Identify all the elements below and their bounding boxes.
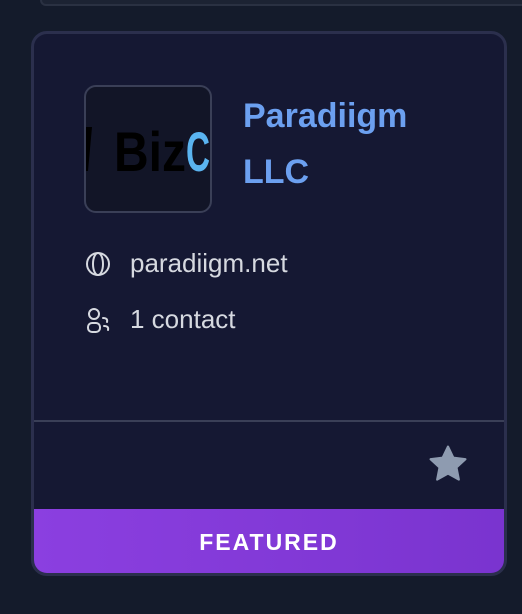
logo-text-dark: Biz [114,120,186,179]
card-divider [34,420,504,422]
logo-image: Biz C [86,120,210,179]
favorite-button[interactable] [426,442,470,486]
contacts-count: 1 contact [130,304,236,334]
company-card[interactable]: Biz C Paradiigm LLC paradiigm.net 1 cont… [31,31,507,576]
globe-icon [84,250,112,278]
featured-label: FEATURED [199,529,339,555]
featured-badge: FEATURED [34,509,504,573]
company-name[interactable]: Paradiigm LLC [243,88,473,200]
contacts-icon [84,306,112,334]
website-link[interactable]: paradiigm.net [130,248,288,279]
previous-card-edge [40,0,522,6]
website-row[interactable]: paradiigm.net [84,248,288,279]
contacts-row: 1 contact [84,304,236,335]
logo-text-accent: C [186,120,210,179]
star-icon [429,445,467,481]
company-logo: Biz C [84,85,212,213]
